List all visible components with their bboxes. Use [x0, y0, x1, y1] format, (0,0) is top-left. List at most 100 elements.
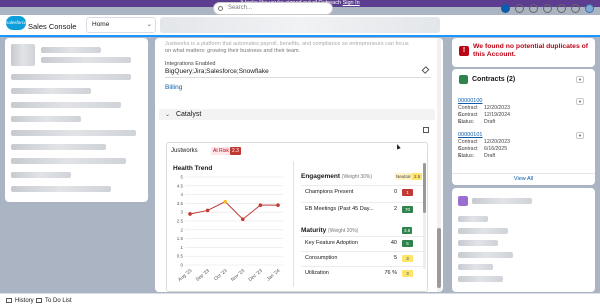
x-tick-label: Nov '23 [230, 268, 246, 283]
engagement-weight: (Weight 30%) [341, 174, 373, 180]
setup-gear-icon[interactable] [557, 4, 566, 13]
data-point [223, 199, 227, 204]
metric-name: Key Feature Adoption [305, 240, 358, 246]
health-score-badge: 2.3 [230, 147, 241, 155]
open-external-icon[interactable] [423, 127, 429, 133]
blurred-line [458, 264, 493, 270]
blurred-line [11, 172, 71, 178]
y-tick-label: 4.5 [177, 183, 184, 188]
contracts-menu-dropdown[interactable]: ▼ [576, 76, 584, 83]
metrics-divider [293, 161, 294, 287]
metrics-scroll-thumb[interactable] [423, 163, 426, 213]
field-divider [165, 77, 431, 78]
x-tick-label: Jan '24 [266, 268, 282, 283]
history-icon [6, 298, 12, 303]
tab-home-label: Home [92, 21, 110, 28]
metric-score: 5 [402, 240, 413, 247]
catalyst-section-header[interactable]: ⌄ Catalyst [159, 109, 435, 120]
engagement-section-header: Engagement (Weight 30%) Neutral 2.5 [301, 173, 423, 180]
center-scrollbar[interactable] [437, 38, 441, 292]
blurred-line [11, 116, 81, 122]
center-scroll-thumb[interactable] [437, 228, 441, 288]
metric-name: EB Meetings (Past 45 Day... [305, 206, 374, 212]
integrations-label: Integrations Enabled [165, 61, 216, 67]
blurred-line [11, 144, 106, 150]
contract-start-value: 12/20/2023 [484, 105, 510, 111]
search-icon [218, 6, 223, 11]
health-trend-chart: 0 0.5 1 1.5 2 2.5 3 3.5 4 4.5 5 Aug '23 Sep '23 Oct '… [177, 175, 283, 283]
y-tick-label: 1.5 [177, 236, 184, 241]
x-tick-label: Oct '23 [213, 268, 229, 282]
help-icon[interactable] [543, 4, 552, 13]
contract-status-label: Status: [458, 119, 475, 125]
contract-record: 00000101 Contract S... 12/20/2023 Contrac… [458, 132, 592, 160]
account-avatar-blurred [11, 44, 35, 66]
metric-score: 3 [402, 270, 413, 277]
maturity-score-badge: 3.8 [402, 227, 413, 234]
x-tick-label: Dec '23 [247, 268, 263, 283]
contract-row-actions-dropdown[interactable]: ▼ [576, 132, 584, 139]
contract-number-link[interactable]: 00000101 [458, 132, 592, 139]
blurred-line [458, 252, 513, 258]
data-point [276, 203, 280, 207]
metric-row: Champions Present 0 1 [301, 185, 423, 198]
todo-utility[interactable]: To Do List [36, 297, 72, 305]
open-tabs-blurred [160, 17, 440, 33]
duplicate-check-card: ! We found no potential duplicates of th… [452, 38, 595, 67]
avatar[interactable] [585, 4, 594, 13]
blurred-line [458, 216, 488, 222]
view-all-contracts-link[interactable]: View All [452, 173, 595, 182]
related-list-icon [458, 196, 468, 206]
contract-end-value: 12/19/2024 [484, 112, 510, 118]
maturity-section-header: Maturity (Weight 20%) 3.8 [301, 227, 421, 234]
contract-start-label: Contract S... [458, 139, 478, 152]
y-tick-label: 0 [180, 263, 183, 268]
data-point [258, 203, 263, 207]
blurred-line [472, 198, 532, 204]
engagement-status-badge: Neutral [395, 173, 412, 180]
history-utility[interactable]: History [6, 297, 34, 305]
metric-value: 2 [393, 206, 397, 212]
global-search-input[interactable]: Search... [213, 2, 333, 15]
blurred-line [11, 88, 91, 94]
contract-end-value: 6/16/2025 [484, 146, 508, 152]
metric-score: 3 [402, 255, 413, 262]
billing-section-link[interactable]: Billing [165, 84, 182, 91]
integrations-value: BigQuery;Jira;Salesforce;Snowflake [165, 68, 269, 75]
contract-status-value: Draft [484, 119, 496, 125]
blurred-line [458, 228, 508, 234]
global-actions-icon[interactable] [529, 4, 538, 13]
metric-row: Key Feature Adoption 40 5 [301, 236, 423, 249]
metric-value: 76 % [384, 270, 397, 276]
contracts-related-list: Contracts (2) ▼ 00000100 Contract S... 12… [452, 69, 595, 185]
assistant-icon[interactable] [501, 4, 510, 13]
blurred-line [11, 158, 126, 164]
y-tick-label: 1 [180, 245, 183, 250]
header-actions [501, 4, 594, 13]
metric-value: 40 [390, 240, 397, 246]
metric-name: Champions Present [305, 189, 354, 195]
notifications-bell-icon[interactable] [571, 4, 580, 13]
blurred-line [41, 57, 131, 63]
metric-name: Consumption [305, 255, 338, 261]
contract-row-actions-dropdown[interactable]: ▼ [576, 98, 584, 105]
edit-pencil-icon[interactable] [421, 66, 430, 74]
blurred-line [11, 186, 111, 192]
metric-value: 5 [393, 255, 397, 261]
engagement-score-badge: 2.5 [412, 173, 423, 180]
metrics-scrollbar[interactable] [423, 163, 426, 269]
metric-row: Consumption 5 3 [301, 251, 423, 264]
catalyst-health-panel: Justworks At Risk 2.3 Health Trend 0 0.5 1… [166, 142, 428, 292]
sign-in-link[interactable]: Sign In [343, 0, 360, 6]
favorites-icon[interactable] [515, 4, 524, 13]
chevron-down-icon[interactable]: ⌄ [147, 18, 152, 32]
app-name: Sales Console [28, 22, 77, 31]
health-trend-line [189, 201, 278, 220]
related-list-blurred [452, 188, 595, 292]
metric-value: 0 [393, 189, 397, 195]
salesforce-logo[interactable]: salesforce [6, 16, 27, 30]
contract-number-link[interactable]: 00000100 [458, 98, 592, 105]
tab-home[interactable]: Home ⌄ [86, 17, 156, 33]
contracts-title[interactable]: Contracts (2) [472, 76, 515, 83]
y-tick-label: 2 [180, 227, 183, 232]
